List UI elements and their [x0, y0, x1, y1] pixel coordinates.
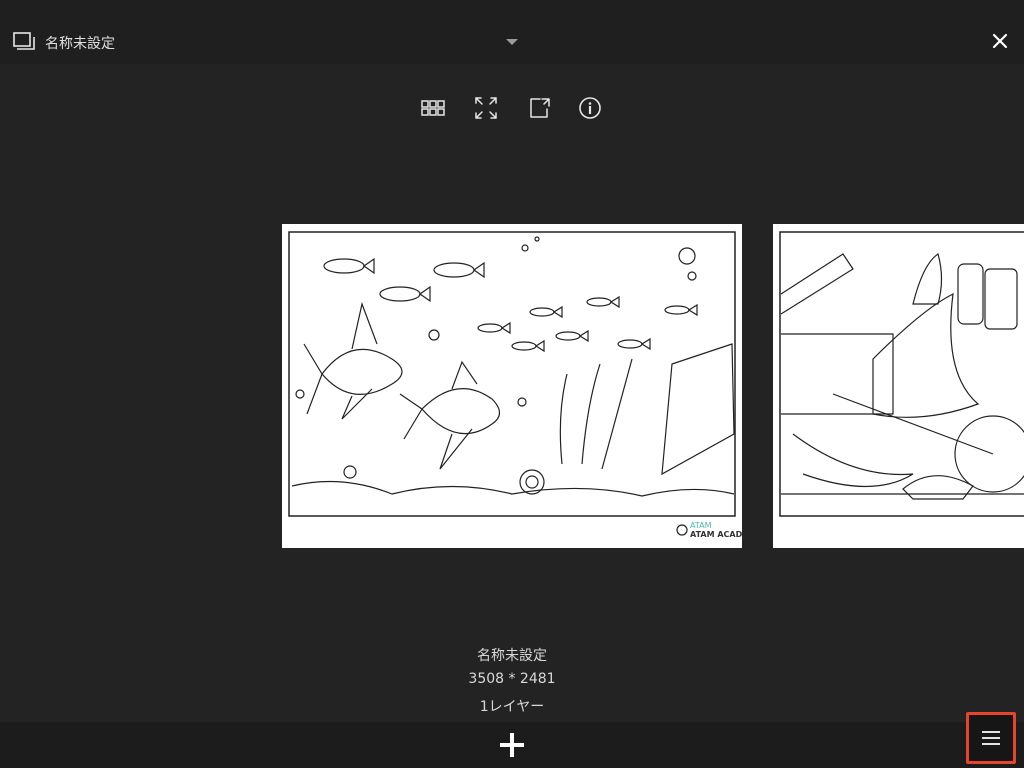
chevron-down-icon[interactable]	[504, 37, 520, 47]
canvas-name: 名称未設定	[477, 648, 547, 664]
canvas-thumbnail-selected[interactable]: ATAM ATAM ACADEMY	[282, 224, 762, 548]
top-bar	[0, 0, 1024, 64]
gallery-stack-icon[interactable]	[13, 32, 35, 50]
share-export-icon[interactable]	[527, 95, 553, 121]
canvas-thumbnail[interactable]	[773, 224, 1024, 548]
fullscreen-icon[interactable]	[473, 95, 499, 121]
info-icon[interactable]	[577, 95, 603, 121]
canvas-layer-count: 1レイヤー	[479, 699, 545, 715]
close-icon[interactable]	[990, 31, 1010, 51]
aquarium-line-art: ATAM ATAM ACADEMY	[288, 231, 762, 539]
hamburger-menu-icon	[982, 731, 1000, 745]
svg-text:ATAM: ATAM	[690, 521, 712, 530]
canvas-dimensions: 3508 * 2481	[468, 671, 556, 687]
grid-view-icon[interactable]	[420, 95, 446, 121]
witch-still-life-line-art	[779, 231, 1024, 517]
academy-logo: ATAM ACADEMY	[690, 530, 742, 539]
plus-icon[interactable]	[500, 733, 524, 757]
document-title[interactable]: 名称未設定	[45, 33, 115, 53]
menu-button[interactable]	[966, 712, 1016, 764]
